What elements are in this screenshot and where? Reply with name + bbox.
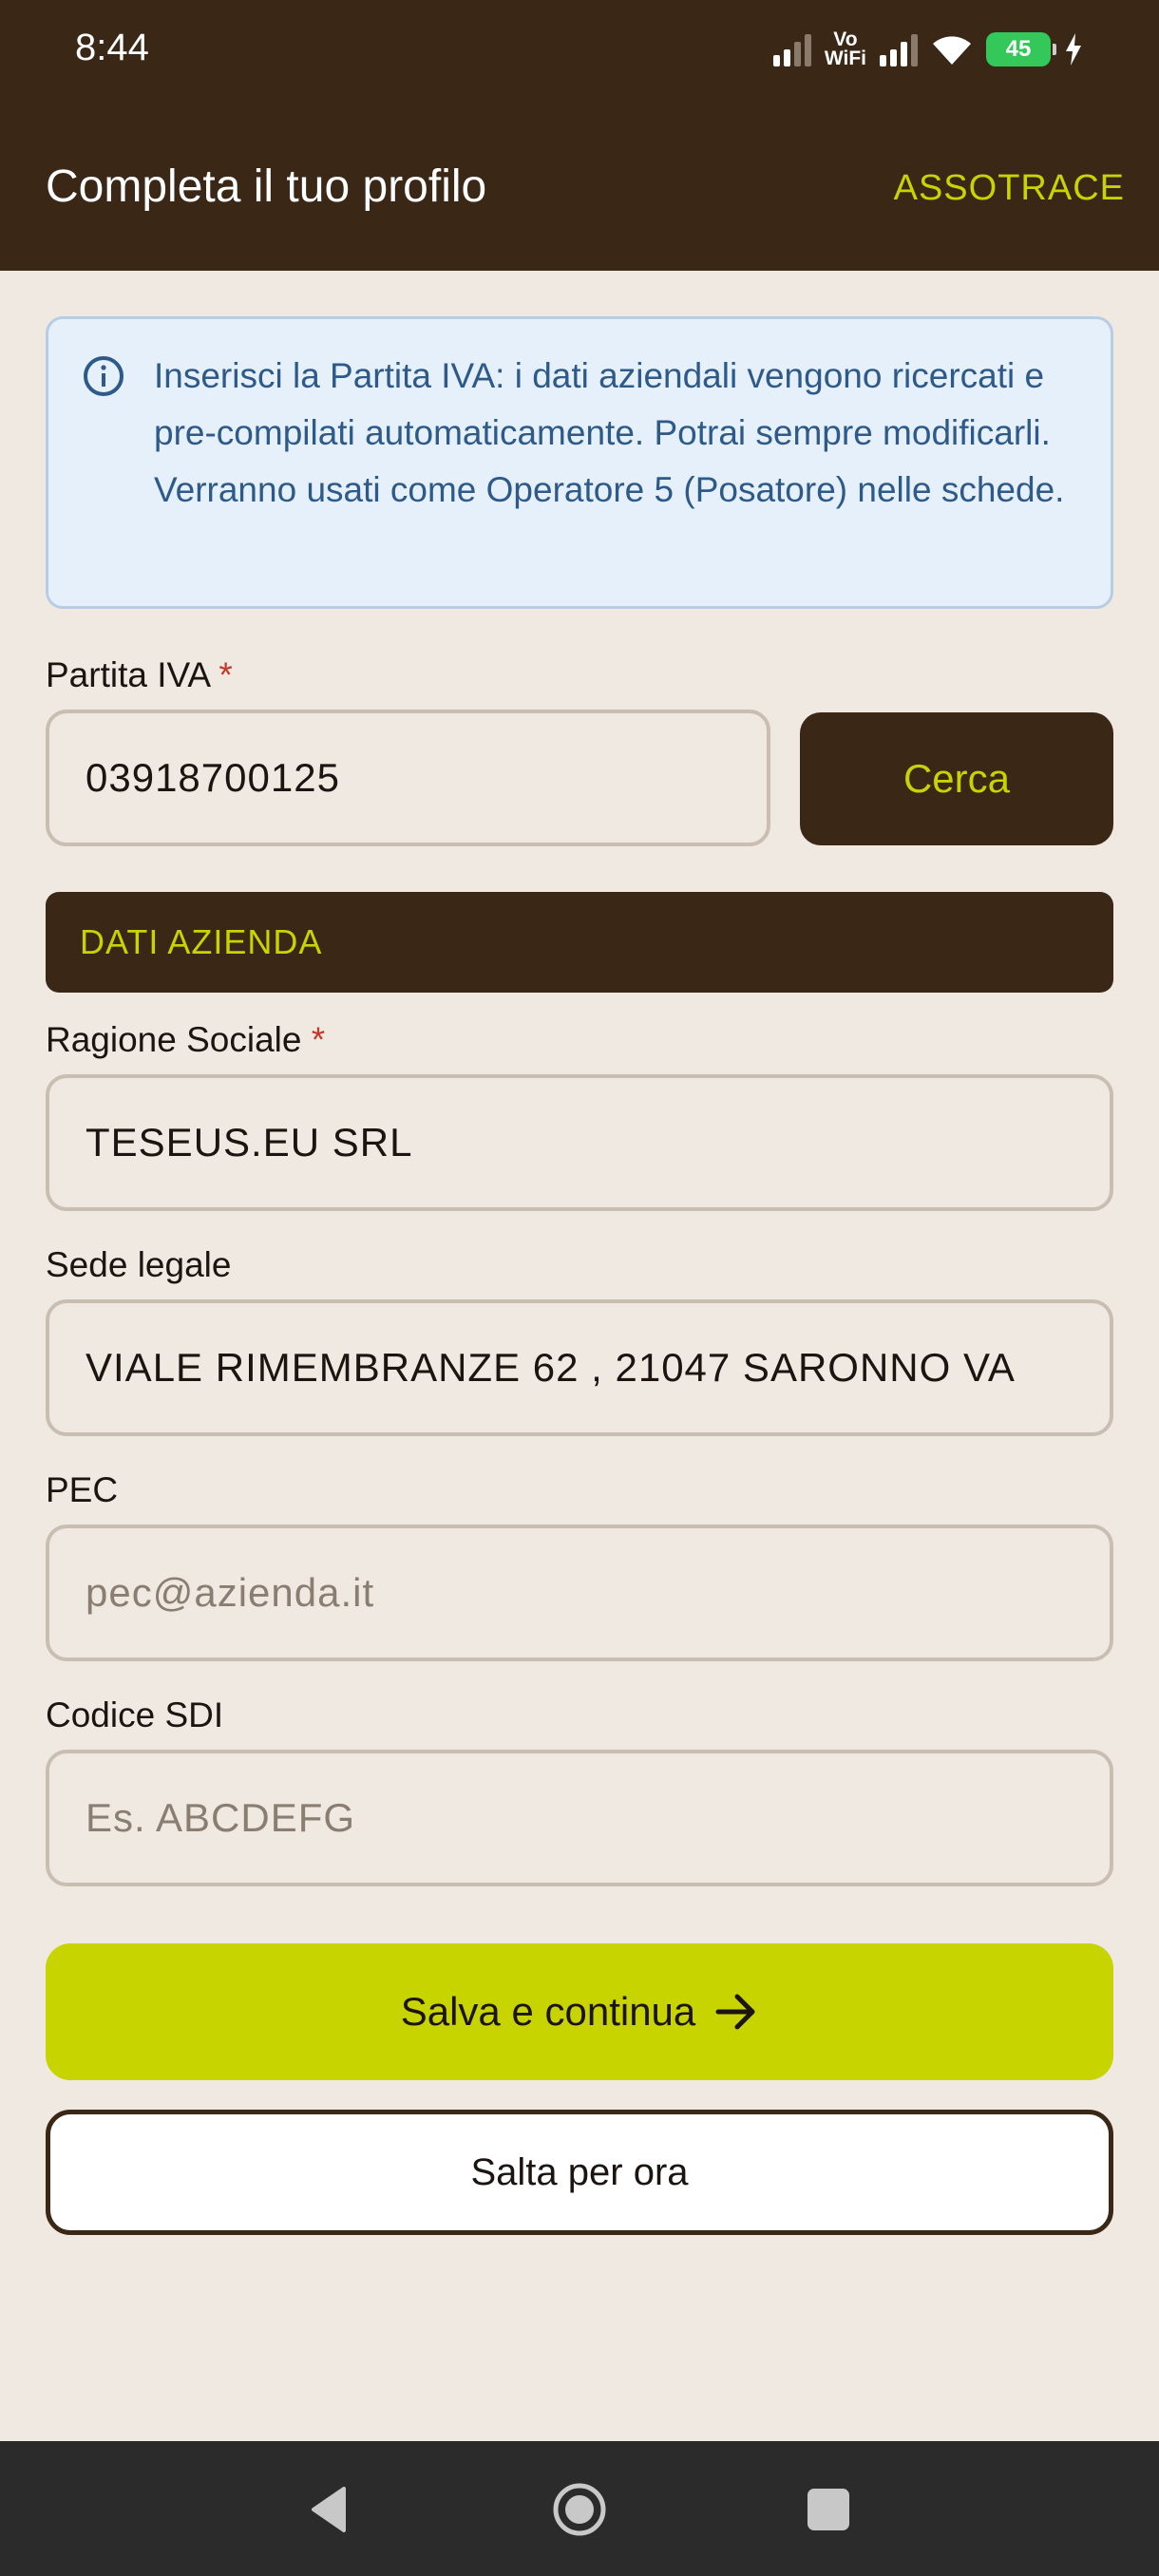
pec-input[interactable]: pec@azienda.it [46, 1525, 1113, 1661]
info-banner: Inserisci la Partita IVA: i dati azienda… [46, 316, 1113, 609]
arrow-right-icon [715, 1994, 755, 2030]
home-icon[interactable] [551, 2481, 608, 2538]
required-mark: * [218, 655, 233, 694]
recents-icon[interactable] [800, 2481, 857, 2538]
partita-iva-label: Partita IVA * [46, 655, 233, 694]
sede-legale-input[interactable]: VIALE RIMEMBRANZE 62 , 21047 SARONNO VA [46, 1299, 1113, 1436]
ragione-sociale-input[interactable]: TESEUS.EU SRL [46, 1074, 1113, 1211]
charging-icon [1066, 33, 1081, 66]
pec-label: PEC [46, 1470, 119, 1509]
system-nav-bar [0, 2441, 1159, 2576]
page-title: Completa il tuo profilo [46, 161, 487, 212]
info-icon [84, 356, 124, 396]
wifi-icon [933, 36, 971, 65]
status-bar: 8:44 Vo WiFi 45 [0, 0, 1159, 100]
signal-icon [880, 32, 918, 66]
ragione-sociale-label: Ragione Sociale * [46, 1020, 326, 1059]
assotrace-button[interactable]: ASSOTRACE [894, 168, 1125, 209]
battery-icon: 45 [986, 32, 1056, 66]
back-icon[interactable] [302, 2481, 359, 2538]
save-continue-button[interactable]: Salva e continua [46, 1943, 1113, 2080]
app-bar: Completa il tuo profilo ASSOTRACE [0, 100, 1159, 271]
status-icons: Vo WiFi 45 [772, 28, 1083, 70]
search-button[interactable]: Cerca [800, 712, 1113, 845]
info-text: Inserisci la Partita IVA: i dati azienda… [154, 356, 1065, 509]
skip-button[interactable]: Salta per ora [46, 2110, 1113, 2235]
section-header-dati-azienda: DATI AZIENDA [46, 892, 1113, 993]
codice-sdi-input[interactable]: Es. ABCDEFG [46, 1750, 1113, 1886]
required-mark: * [311, 1020, 326, 1059]
signal-icon [772, 32, 811, 66]
vowifi-icon: Vo WiFi [824, 28, 866, 69]
status-time: 8:44 [75, 27, 149, 68]
partita-iva-input[interactable]: 03918700125 [46, 710, 770, 846]
codice-sdi-label: Codice SDI [46, 1695, 224, 1734]
sede-legale-label: Sede legale [46, 1245, 232, 1284]
